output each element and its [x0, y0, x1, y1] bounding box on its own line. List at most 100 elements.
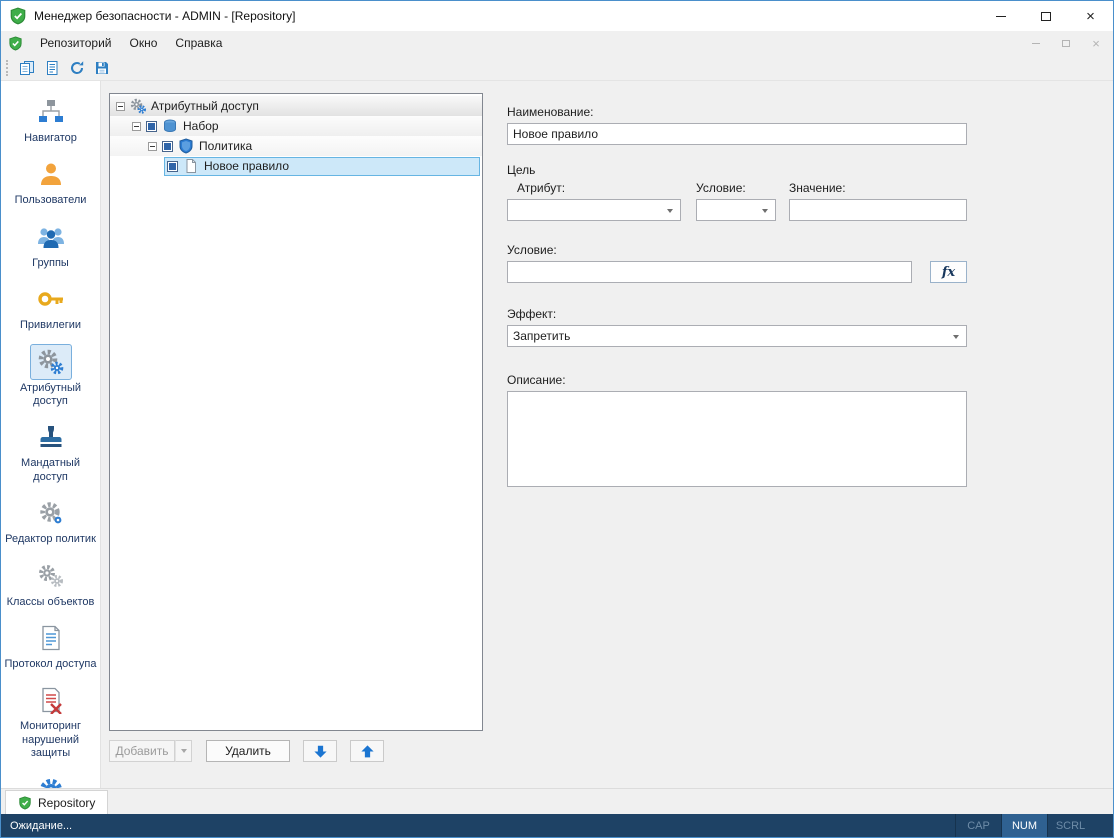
effect-dropdown[interactable]: Запретить — [507, 325, 967, 347]
description-textarea[interactable] — [507, 391, 967, 487]
title-bar[interactable]: Менеджер безопасности - ADMIN - [Reposit… — [1, 1, 1113, 31]
tree-actions: Добавить Удалить — [109, 740, 483, 762]
mdi-restore-button[interactable] — [1053, 33, 1079, 53]
attribute-dropdown[interactable] — [507, 199, 681, 221]
mdi-minimize-button[interactable] — [1023, 33, 1049, 53]
rule-form-panel: Наименование: Цель Атрибут: Условие: Зна… — [483, 93, 1103, 788]
sidebar-item-users[interactable]: Пользователи — [3, 151, 99, 213]
minimize-icon — [996, 16, 1006, 17]
violations-monitoring-icon — [30, 682, 72, 718]
bottom-tab-bar: Repository — [1, 788, 1113, 814]
arrow-down-icon — [313, 744, 328, 759]
collapse-icon[interactable] — [148, 142, 157, 151]
name-label: Наименование: — [507, 105, 967, 119]
service-icon — [30, 772, 72, 788]
condition-label: Условие: — [507, 243, 967, 257]
effect-label: Эффект: — [507, 307, 967, 321]
sidebar-item-label: Атрибутный доступ — [5, 382, 97, 409]
sidebar-item-violations-monitoring[interactable]: Мониторинг нарушений защиты — [3, 677, 99, 766]
menu-window[interactable]: Окно — [121, 32, 167, 54]
mdi-minimize-icon — [1032, 43, 1040, 44]
rules-tree[interactable]: Атрибутный доступ Набор — [109, 93, 483, 731]
privileges-icon — [30, 281, 72, 317]
sidebar-item-label: Протокол доступа — [5, 658, 97, 671]
condition-operator-dropdown[interactable] — [696, 199, 776, 221]
tab-repository[interactable]: Repository — [5, 790, 108, 814]
mdi-close-icon: × — [1092, 36, 1100, 51]
checkbox[interactable] — [167, 161, 178, 172]
toolbar-grip[interactable] — [6, 60, 10, 76]
copy-document-icon — [19, 60, 35, 76]
sidebar-item-label: Классы объектов — [7, 596, 95, 609]
sidebar-item-mandatory-access[interactable]: Мандатный доступ — [3, 414, 99, 490]
checkbox[interactable] — [162, 141, 173, 152]
caps-lock-indicator: CAP — [955, 814, 1001, 837]
minimize-button[interactable] — [978, 1, 1023, 31]
status-message: Ожидание... — [1, 820, 72, 832]
tree-node-label: Новое правило — [204, 159, 289, 173]
selected-row-highlight: Новое правило — [164, 157, 480, 176]
sidebar-item-groups[interactable]: Группы — [3, 214, 99, 276]
sidebar-item-label: Пользователи — [15, 194, 87, 207]
tree-node-new-rule[interactable]: Новое правило — [110, 156, 482, 176]
chevron-down-icon — [181, 749, 187, 753]
close-button[interactable]: × — [1068, 1, 1113, 31]
policy-editor-icon — [30, 495, 72, 531]
sidebar-item-privileges[interactable]: Привилегии — [3, 276, 99, 338]
close-icon: × — [1086, 9, 1095, 24]
mandatory-access-icon — [30, 419, 72, 455]
groups-icon — [30, 219, 72, 255]
tree-node-policy[interactable]: Политика — [110, 136, 482, 156]
arrow-up-icon — [360, 744, 375, 759]
sidebar-item-navigator[interactable]: Навигатор — [3, 89, 99, 151]
menu-help[interactable]: Справка — [166, 32, 231, 54]
app-window: Менеджер безопасности - ADMIN - [Reposit… — [0, 0, 1114, 838]
move-down-button[interactable] — [303, 740, 337, 762]
object-classes-icon — [30, 558, 72, 594]
sidebar-item-label: Привилегии — [20, 319, 81, 332]
add-button[interactable]: Добавить — [109, 740, 175, 762]
sidebar-item-policy-editor[interactable]: Редактор политик — [3, 490, 99, 552]
num-lock-indicator: NUM — [1001, 814, 1047, 837]
sidebar-item-label: Мониторинг нарушений защиты — [5, 720, 97, 760]
document-button[interactable] — [39, 57, 64, 79]
main-area: Навигатор Пользователи Группы Привилегии — [1, 81, 1113, 788]
app-shield-icon — [9, 7, 27, 25]
refresh-button[interactable] — [64, 57, 89, 79]
add-dropdown-button[interactable] — [175, 740, 192, 762]
access-log-icon — [30, 620, 72, 656]
fx-icon: fx — [942, 265, 955, 280]
rule-document-icon — [183, 158, 199, 174]
maximize-button[interactable] — [1023, 1, 1068, 31]
tab-label: Repository — [38, 796, 95, 810]
gears-icon — [130, 98, 146, 114]
attribute-access-icon — [30, 344, 72, 380]
tree-node-attribute-access[interactable]: Атрибутный доступ — [110, 96, 482, 116]
mdi-close-button[interactable]: × — [1083, 33, 1109, 53]
delete-button[interactable]: Удалить — [206, 740, 290, 762]
sidebar-item-object-classes[interactable]: Классы объектов — [3, 553, 99, 615]
sidebar-item-service[interactable]: Сервис — [3, 767, 99, 788]
move-up-button[interactable] — [350, 740, 384, 762]
shield-icon — [18, 796, 32, 810]
collapse-icon[interactable] — [116, 102, 125, 111]
value-input[interactable] — [789, 199, 967, 221]
content-area: Атрибутный доступ Набор — [101, 81, 1113, 788]
sidebar-item-attribute-access[interactable]: Атрибутный доступ — [3, 339, 99, 415]
refresh-icon — [69, 60, 85, 76]
formula-editor-button[interactable]: fx — [930, 261, 967, 283]
resize-grip[interactable] — [1093, 814, 1113, 837]
tree-node-label: Политика — [199, 139, 252, 153]
name-input[interactable] — [507, 123, 967, 145]
policy-shield-icon — [178, 138, 194, 154]
tree-node-label: Набор — [183, 119, 219, 133]
checkbox[interactable] — [146, 121, 157, 132]
condition-input[interactable] — [507, 261, 912, 283]
menu-repository[interactable]: Репозиторий — [31, 32, 121, 54]
document-icon — [44, 60, 60, 76]
sidebar-item-access-log[interactable]: Протокол доступа — [3, 615, 99, 677]
collapse-icon[interactable] — [132, 122, 141, 131]
tree-node-set[interactable]: Набор — [110, 116, 482, 136]
copy-document-button[interactable] — [14, 57, 39, 79]
save-button[interactable] — [89, 57, 114, 79]
